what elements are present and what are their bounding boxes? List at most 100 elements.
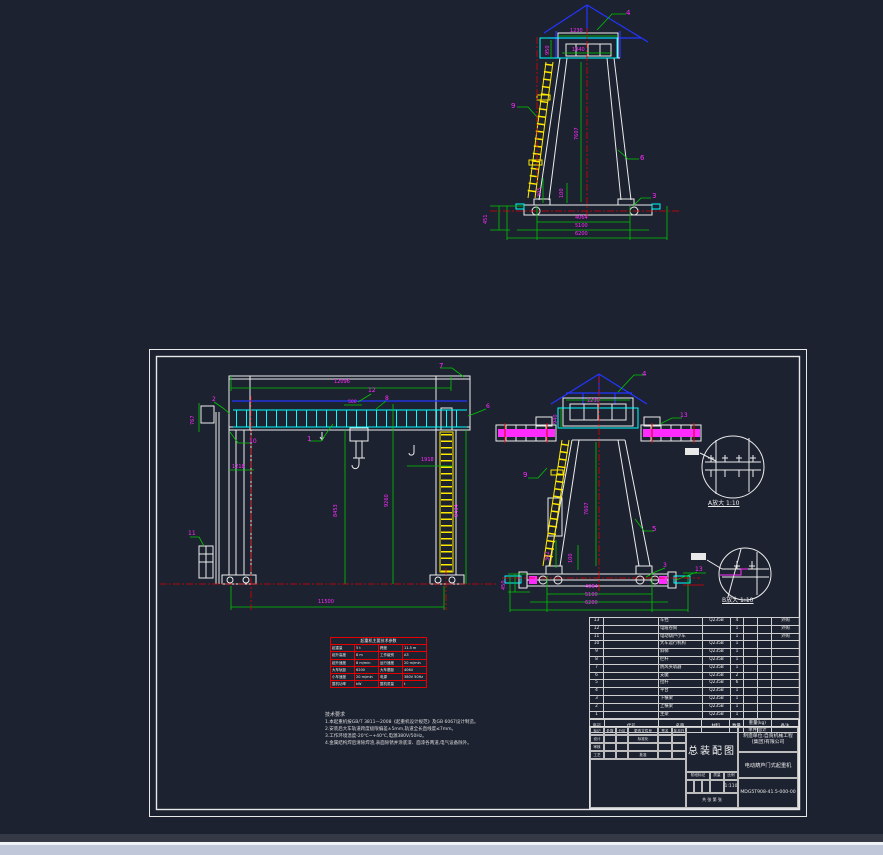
dim-label: 7607 xyxy=(575,127,580,140)
dim-label: 100 xyxy=(569,553,574,563)
dim-label: 7 xyxy=(439,363,443,370)
detail-b xyxy=(683,548,771,600)
title-block: 标记处数分区更改文件号签名年月日 设计 标准化 审核 工艺 批准 xyxy=(589,726,799,809)
company-name: 制造单位:自贡机械工程 (集团)有限公司 xyxy=(738,727,798,752)
dim-label: 4 xyxy=(642,371,646,378)
bom-row: 9斜梯Q235B1 xyxy=(590,649,800,657)
tech-table-row: 大车轨距6200大车基距4064 xyxy=(331,666,426,673)
tb-mark-cell: 签名 xyxy=(658,727,672,735)
dim-label: 940 xyxy=(554,414,559,424)
dim-label: 1918 xyxy=(421,458,434,463)
dim-label: 12 xyxy=(368,388,376,394)
dim-label: 8453 xyxy=(334,504,339,517)
drawing-number: MDG5T908-41.5-000-00 xyxy=(738,778,798,808)
dim-label: 1218 xyxy=(232,465,245,470)
bom-row: 13车挡Q235B4外购 xyxy=(590,618,800,626)
status-bar-dark xyxy=(0,834,883,842)
tech-table-row: 起重量5 t跨度11.5 m xyxy=(331,644,426,651)
tech-table-row: 起升高度8 m工作级别A3 xyxy=(331,651,426,658)
dim-label: 5100 xyxy=(585,593,598,598)
dim-label: 13 xyxy=(680,413,688,419)
dim-label: 12096 xyxy=(334,380,350,385)
note-line: 3.工作环境温度-20℃~+40℃,电源380V/50Hz。 xyxy=(325,733,525,740)
note-line: 1.本起重机按GB/T 3811—2008《起重机设计规范》及GB 6067设计… xyxy=(325,719,525,726)
dim-label: 6200 xyxy=(585,601,598,606)
dim-label: 13 xyxy=(695,567,703,573)
tb-mark-cell: 分区 xyxy=(616,727,628,735)
dim-label: 11500 xyxy=(318,600,334,605)
bom-row: 11电动葫芦小车1外购 xyxy=(590,633,800,641)
dim-label: 11 xyxy=(188,531,196,537)
dim-label: 305 xyxy=(538,187,543,197)
note-line: 4.金属结构焊后清除焊渣,表面除锈并涂底漆、面漆各两道,电气设备除外。 xyxy=(325,740,525,747)
dim-label: 1230 xyxy=(587,399,600,404)
dim-label: 1040 xyxy=(572,48,585,53)
bom-table: 13车挡Q235B4外购12电缆卷筒1外购11电动葫芦小车1外购10大车运行机构… xyxy=(589,617,800,719)
dim-label: 950 xyxy=(546,45,551,55)
tb-design: 设计 xyxy=(590,735,604,743)
dim-label: 500 xyxy=(348,401,357,406)
dim-label: 7607 xyxy=(585,502,590,515)
dim-label: 3 xyxy=(663,563,667,569)
dim-label: 3 xyxy=(652,193,656,200)
dim-label: 9260 xyxy=(385,494,390,507)
tb-process: 工艺 xyxy=(590,751,604,759)
dim-label: 6200 xyxy=(575,232,588,237)
main-elevation-view xyxy=(160,368,497,610)
bom-row: 10大车运行机构Q235B1 xyxy=(590,641,800,649)
bom-row: 8栏杆Q235B1 xyxy=(590,656,800,664)
tech-table-row: 起升速度8 m/min运行速度20 m/min xyxy=(331,659,426,666)
dim-label: 4064 xyxy=(585,585,598,590)
tech-spec-table: 起重机主要技术参数起重量5 t跨度11.5 m起升高度8 m工作级别A3起升速度… xyxy=(330,637,427,688)
dim-label: 5100 xyxy=(575,224,588,229)
dim-label: 302 xyxy=(546,551,551,561)
dim-label: 2 xyxy=(212,397,216,403)
bom-row: 1主梁Q235B1 xyxy=(590,711,800,719)
note-line: 2.安装后大车轨道跨度极限偏差±5mm,轨道全长直线度≤7mm。 xyxy=(325,726,525,733)
bom-row: 2上横梁Q235B1 xyxy=(590,703,800,711)
bom-row: 12电缆卷筒1外购 xyxy=(590,625,800,633)
titleblock-area: 13车挡Q235B4外购12电缆卷筒1外购11电动葫芦小车1外购10大车运行机构… xyxy=(589,617,799,809)
tb-mark-cell: 更改文件号 xyxy=(628,727,658,735)
dim-label: 450 xyxy=(502,580,507,590)
sheet-count: 共 张 第 张 xyxy=(686,793,738,808)
drawing-scale: 1:110 xyxy=(724,780,738,793)
notes-title: 技术要求 xyxy=(325,712,525,719)
dim-label: 4 xyxy=(626,10,630,17)
tech-table-row: 小车速度20 m/min电源380V 50Hz xyxy=(331,673,426,680)
tb-check: 审核 xyxy=(590,743,604,751)
technical-notes: 技术要求 1.本起重机按GB/T 3811—2008《起重机设计规范》及GB 6… xyxy=(325,712,525,747)
dim-label: 4064 xyxy=(575,216,588,221)
dim-label: B放大 1:10 xyxy=(722,598,754,604)
dim-label: 451 xyxy=(484,214,489,224)
front-view-sheet xyxy=(496,374,701,612)
product-name: 电动葫芦门式起重机 xyxy=(738,752,798,777)
dim-label: 6 xyxy=(486,404,490,410)
dim-label: 1230 xyxy=(570,29,583,34)
tb-standard: 标准化 xyxy=(628,735,658,743)
bom-row: 7防风夹轨器Q235B1 xyxy=(590,664,800,672)
end-view-top xyxy=(490,5,680,240)
bom-row: 4平台Q235B1 xyxy=(590,688,800,696)
bom-row: 3下横梁Q235B1 xyxy=(590,695,800,703)
dim-label: 9 xyxy=(523,472,527,479)
tb-mass: 质量 xyxy=(710,772,724,780)
dim-label: 767 xyxy=(191,415,196,425)
dim-label: 6 xyxy=(640,155,644,162)
ladder-main-view xyxy=(440,432,453,572)
dim-label: 9 xyxy=(511,103,515,110)
dim-label: 8 xyxy=(385,396,389,402)
tb-scale-label: 比例 xyxy=(724,772,738,780)
tb-mark-cell: 年月日 xyxy=(672,727,686,735)
dim-label: 5 xyxy=(652,526,656,533)
detail-a xyxy=(685,436,764,498)
tb-stage: 阶段标记 xyxy=(686,772,710,780)
dim-label: 10 xyxy=(249,439,257,445)
tb-approve: 批准 xyxy=(628,751,658,759)
bom-row: 6支腿Q235B2 xyxy=(590,672,800,680)
taskbar-strip xyxy=(0,845,883,855)
dim-label: 1 xyxy=(307,436,311,443)
dim-label: 8434 xyxy=(455,504,460,517)
dim-label: 100 xyxy=(560,188,565,198)
drawing-title: 总装配图 xyxy=(686,727,738,772)
